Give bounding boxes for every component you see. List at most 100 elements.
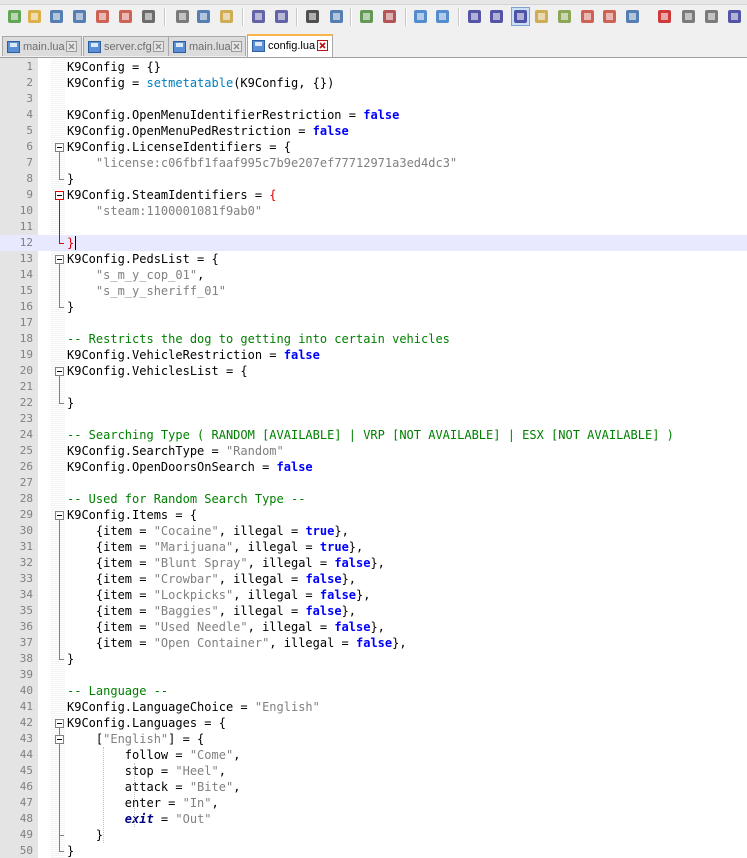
code-token: { xyxy=(269,188,277,202)
code-line: 38} xyxy=(0,651,747,667)
indent-guide xyxy=(103,747,105,843)
monitoring-icon[interactable] xyxy=(624,8,641,25)
line-number: 35 xyxy=(19,604,33,617)
indent-guide-icon[interactable] xyxy=(511,7,530,26)
code-text: K9Config.Languages = { xyxy=(67,715,226,731)
copy-icon[interactable] xyxy=(195,8,212,25)
play-macro-icon[interactable] xyxy=(703,8,720,25)
code-token: K9Config.SearchType = xyxy=(67,444,226,458)
paste-icon[interactable] xyxy=(218,8,235,25)
fold-end-marker xyxy=(59,179,64,180)
line-number: 37 xyxy=(19,636,33,649)
line-number: 21 xyxy=(19,380,33,393)
save-icon[interactable] xyxy=(48,8,65,25)
close-icon[interactable] xyxy=(94,8,111,25)
print-icon[interactable] xyxy=(140,8,157,25)
code-token: K9Config.Languages = { xyxy=(67,716,226,730)
close-tab-icon[interactable] xyxy=(231,41,242,52)
tab-main-lua-2[interactable]: main.lua xyxy=(168,36,246,56)
tab-label: main.lua xyxy=(23,41,65,53)
code-token: "English" xyxy=(103,732,169,746)
close-tab-icon[interactable] xyxy=(317,40,328,51)
code-token: = xyxy=(153,812,176,826)
code-token: }, xyxy=(370,620,385,634)
word-wrap-icon[interactable] xyxy=(466,8,483,25)
record-macro-icon[interactable] xyxy=(656,8,673,25)
undo-icon[interactable] xyxy=(250,8,267,25)
code-text: "steam:1100001081f9ab0" xyxy=(67,203,262,219)
doc-map-icon[interactable] xyxy=(556,8,573,25)
code-token: K9Config.Items = { xyxy=(67,508,198,522)
code-token: K9Config.VehiclesList = { xyxy=(67,364,248,378)
fold-toggle-icon[interactable] xyxy=(55,143,64,152)
user-language-icon[interactable] xyxy=(533,8,550,25)
code-line: 42 K9Config.Languages = { xyxy=(0,715,747,731)
code-token: {item = xyxy=(67,636,154,650)
sync-vertical-icon[interactable] xyxy=(412,8,429,25)
fold-toggle-icon[interactable] xyxy=(55,191,64,200)
fold-end-marker xyxy=(59,243,64,244)
sync-horizontal-icon[interactable] xyxy=(434,8,451,25)
code-text: } xyxy=(67,827,103,843)
line-number: 48 xyxy=(19,812,33,825)
code-token: }, xyxy=(392,636,407,650)
fold-end-marker xyxy=(59,307,64,308)
code-token: "Used Needle" xyxy=(153,620,248,634)
cut-icon[interactable] xyxy=(174,8,191,25)
folder-workspace-icon[interactable] xyxy=(601,8,618,25)
code-token: K9Config.LanguageChoice = xyxy=(67,700,255,714)
code-line: 46 attack = "Bite", xyxy=(0,779,747,795)
code-line: 26 K9Config.OpenDoorsOnSearch = false xyxy=(0,459,747,475)
replace-icon[interactable] xyxy=(328,8,345,25)
fold-toggle-icon[interactable] xyxy=(55,367,64,376)
code-editor[interactable]: 1 K9Config = {} 2 K9Config = setmetatable(K… xyxy=(0,58,747,858)
code-line: 20 K9Config.VehiclesList = { xyxy=(0,363,747,379)
redo-icon[interactable] xyxy=(273,8,290,25)
code-token: false xyxy=(363,108,400,122)
find-icon[interactable] xyxy=(304,8,321,25)
code-token: {item = xyxy=(67,588,154,602)
code-text: "s_m_y_sheriff_01" xyxy=(67,283,226,299)
line-number: 14 xyxy=(19,268,33,281)
run-macro-multiple-icon[interactable] xyxy=(726,8,743,25)
line-number: 15 xyxy=(19,284,33,297)
close-tab-icon[interactable] xyxy=(153,41,164,52)
code-token: K9Config.PedsList = { xyxy=(67,252,219,266)
code-token: "license:c06fbf1faaf995c7b9e207ef7771297… xyxy=(95,156,458,170)
fold-toggle-icon[interactable] xyxy=(55,511,64,520)
code-line: 36 {item = "Used Needle", illegal = fals… xyxy=(0,619,747,635)
code-token: {item = xyxy=(67,620,154,634)
save-all-icon[interactable] xyxy=(71,8,88,25)
fold-toggle-icon[interactable] xyxy=(55,255,64,264)
code-text: } xyxy=(67,299,74,315)
tab-bar: main.lua server.cfg main.lua config.lua xyxy=(0,33,747,58)
function-list-icon[interactable] xyxy=(579,8,596,25)
fold-toggle-icon[interactable] xyxy=(55,735,64,744)
fold-line xyxy=(59,200,60,243)
line-number: 46 xyxy=(19,780,33,793)
code-token: -- Restricts the dog to getting into cer… xyxy=(67,332,450,346)
zoom-out-icon[interactable] xyxy=(381,8,398,25)
fold-toggle-icon[interactable] xyxy=(55,719,64,728)
show-all-chars-icon[interactable] xyxy=(488,8,505,25)
zoom-in-icon[interactable] xyxy=(358,8,375,25)
tab-config-lua[interactable]: config.lua xyxy=(247,34,333,57)
close-all-icon[interactable] xyxy=(117,8,134,25)
close-tab-icon[interactable] xyxy=(66,41,77,52)
code-line: 37 {item = "Open Container", illegal = f… xyxy=(0,635,747,651)
code-token: K9Config.OpenDoorsOnSearch = xyxy=(67,460,277,474)
code-line: 47 enter = "In", xyxy=(0,795,747,811)
code-line: 40 -- Language -- xyxy=(0,683,747,699)
code-line: 31 {item = "Marijuana", illegal = true}, xyxy=(0,539,747,555)
code-text: K9Config.Items = { xyxy=(67,507,197,523)
tab-main-lua-1[interactable]: main.lua xyxy=(2,36,82,56)
new-file-icon[interactable] xyxy=(6,8,23,25)
code-text: K9Config.LicenseIdentifiers = { xyxy=(67,139,291,155)
code-line: 19 K9Config.VehicleRestriction = false xyxy=(0,347,747,363)
stop-macro-icon[interactable] xyxy=(680,8,697,25)
line-number: 40 xyxy=(19,684,33,697)
open-file-icon[interactable] xyxy=(26,8,43,25)
text-caret xyxy=(75,236,76,250)
tab-server-cfg[interactable]: server.cfg xyxy=(83,36,169,56)
